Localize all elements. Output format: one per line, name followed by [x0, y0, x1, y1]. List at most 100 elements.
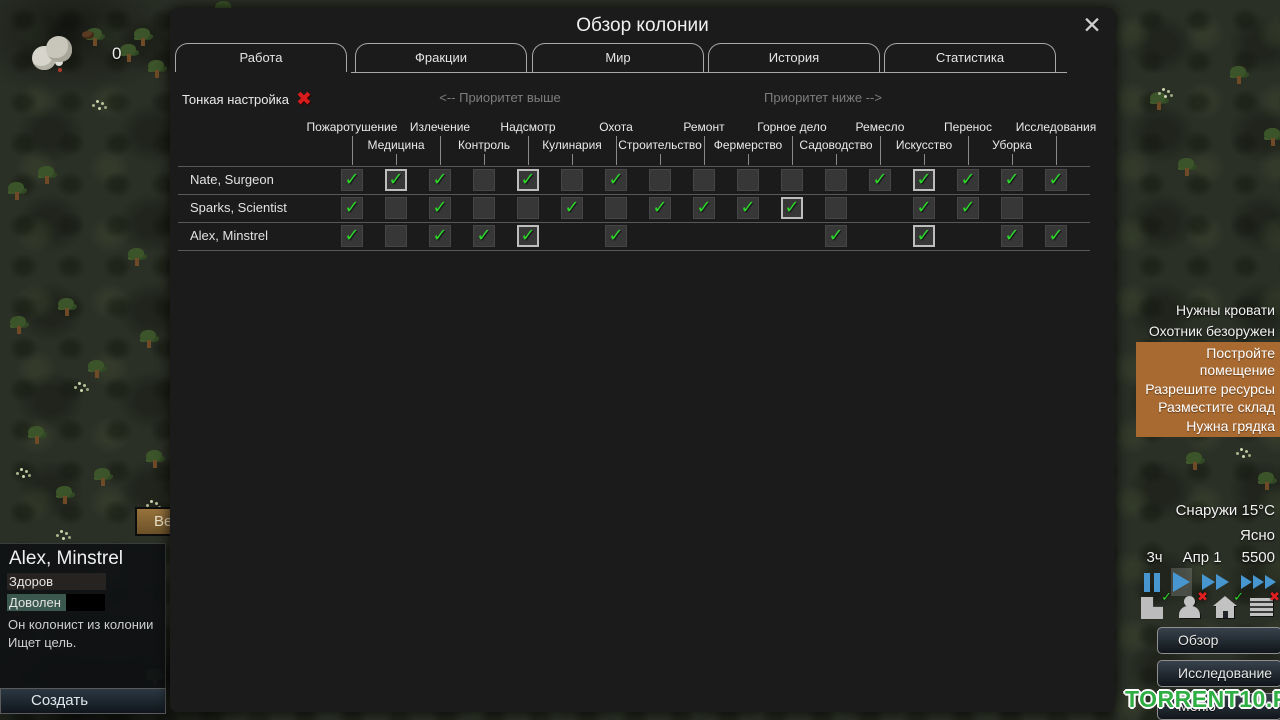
alert-label[interactable]: Нужны кровати [1176, 302, 1275, 318]
work-checkbox[interactable]: ✓ [913, 169, 935, 191]
health-label: Здоров [9, 574, 54, 589]
dialog-title: Обзор колонии [576, 15, 709, 36]
column-tick [572, 154, 573, 165]
tree [56, 486, 76, 504]
tab-bar: Работа Фракции Мир История Статистика [170, 43, 1115, 73]
work-checkbox[interactable]: ✓ [605, 225, 627, 247]
work-checkbox[interactable]: ✓ [1045, 225, 1067, 247]
mood-bar: Доволен [7, 594, 105, 611]
create-button[interactable]: Создать [0, 688, 166, 714]
resource-counter: 0 [30, 34, 121, 74]
fine-tune-toggle[interactable]: Тонкая настройка ✖ [182, 88, 312, 110]
urgent-alert-label[interactable]: Разместите склад [1158, 399, 1275, 416]
work-checkbox[interactable]: ✓ [341, 225, 363, 247]
work-checkbox[interactable] [649, 169, 671, 191]
tree [28, 426, 48, 444]
work-checkbox[interactable]: ✓ [1001, 225, 1023, 247]
play-button[interactable] [1171, 568, 1192, 596]
work-checkbox[interactable]: ✓ [649, 197, 671, 219]
zones-toggle[interactable]: ✓ [1139, 589, 1172, 620]
work-checkbox[interactable] [825, 197, 847, 219]
work-checkbox[interactable]: ✓ [737, 197, 759, 219]
work-checkbox[interactable]: ✓ [429, 197, 451, 219]
tree [88, 360, 108, 378]
pawn-name: Sparks, Scientist [190, 200, 287, 215]
mood-label: Доволен [9, 595, 61, 610]
work-checkbox[interactable] [473, 169, 495, 191]
tree [140, 330, 160, 348]
work-checkbox[interactable] [825, 169, 847, 191]
work-checkbox[interactable]: ✓ [869, 169, 891, 191]
column-tick [660, 154, 661, 165]
time-row: 3ч Апр 1 5500 [1146, 549, 1275, 566]
work-checkbox[interactable]: ✓ [693, 197, 715, 219]
resource-count: 0 [112, 44, 122, 63]
work-checkbox[interactable] [693, 169, 715, 191]
work-checkbox[interactable] [561, 169, 583, 191]
work-checkbox[interactable] [385, 225, 407, 247]
work-checkbox[interactable] [1001, 197, 1023, 219]
colonist-name: Alex, Minstrel [9, 548, 124, 569]
tab-stats[interactable]: Статистика [884, 43, 1056, 72]
work-checkbox[interactable]: ✓ [1045, 169, 1067, 191]
row-divider [178, 222, 1090, 223]
tree [1178, 158, 1198, 176]
column-tick [1012, 154, 1013, 165]
alert-label[interactable]: Охотник безоружен [1149, 323, 1275, 339]
work-checkbox[interactable]: ✓ [429, 169, 451, 191]
work-checkbox[interactable] [737, 169, 759, 191]
grass-speckle [78, 382, 81, 385]
tab-history[interactable]: История [708, 43, 880, 72]
close-icon[interactable]: ✕ [1079, 12, 1105, 38]
work-checkbox[interactable] [605, 197, 627, 219]
urgent-alert-label[interactable]: Разрешите ресурсы [1145, 381, 1275, 398]
work-checkbox[interactable]: ✓ [781, 197, 803, 219]
colonist-desc-line1: Он колонист из колонии [8, 617, 154, 632]
tree [148, 60, 168, 78]
work-checkbox[interactable]: ✓ [517, 225, 539, 247]
urgent-alert-label[interactable]: Нужна грядка [1186, 418, 1275, 435]
work-checkbox[interactable] [517, 197, 539, 219]
grass-speckle [1240, 448, 1243, 451]
work-checkbox[interactable] [385, 197, 407, 219]
work-checkbox[interactable]: ✓ [605, 169, 627, 191]
work-checkbox[interactable]: ✓ [429, 225, 451, 247]
work-checkbox[interactable]: ✓ [1001, 169, 1023, 191]
watermark: TORRENT10.RU [1125, 686, 1280, 712]
red-x-icon[interactable]: ✖ [296, 88, 312, 111]
tab-work[interactable]: Работа [175, 43, 347, 72]
work-checkbox[interactable]: ✓ [517, 169, 539, 191]
work-checkbox[interactable]: ✓ [825, 225, 847, 247]
outside-temperature: Снаружи 15°C [1175, 502, 1275, 519]
column-header[interactable]: Исследования [994, 120, 1118, 134]
tab-world[interactable]: Мир [532, 43, 704, 72]
work-checkbox[interactable]: ✓ [341, 197, 363, 219]
work-checkbox[interactable] [473, 197, 495, 219]
priority-higher-hint: <-- Приоритет выше [439, 90, 561, 105]
work-checkbox[interactable]: ✓ [913, 197, 935, 219]
date-label: Апр 1 [1182, 549, 1222, 566]
tree [134, 28, 154, 46]
work-checkbox[interactable]: ✓ [957, 169, 979, 191]
work-checkbox[interactable]: ✓ [341, 169, 363, 191]
work-checkbox[interactable]: ✓ [561, 197, 583, 219]
work-checkbox[interactable]: ✓ [913, 225, 935, 247]
work-checkbox[interactable]: ✓ [957, 197, 979, 219]
work-checkbox[interactable] [781, 169, 803, 191]
urgent-alert-box: Постройте помещение Разрешите ресурсы Разм… [1136, 342, 1280, 437]
check-badge-icon: ✓ [1233, 589, 1244, 604]
orders-toggle[interactable]: ✖ [1247, 589, 1280, 620]
row-divider [178, 194, 1090, 195]
column-tick [748, 154, 749, 165]
zones-icon [1141, 597, 1163, 619]
work-checkbox[interactable]: ✓ [473, 225, 495, 247]
research-button[interactable]: Исследование [1157, 660, 1280, 687]
home-area-toggle[interactable]: ✓ [1211, 589, 1244, 620]
tree [1230, 66, 1250, 84]
work-checkbox[interactable]: ✓ [385, 169, 407, 191]
urgent-alert-label[interactable]: Постройте помещение [1138, 345, 1275, 379]
colony-overview-dialog: Обзор колонии ✕ Работа Фракции Мир История С… [170, 8, 1115, 712]
overview-button[interactable]: Обзор [1157, 627, 1280, 654]
tab-factions[interactable]: Фракции [355, 43, 527, 72]
colonist-bar-toggle[interactable]: ✖ [1175, 589, 1208, 620]
